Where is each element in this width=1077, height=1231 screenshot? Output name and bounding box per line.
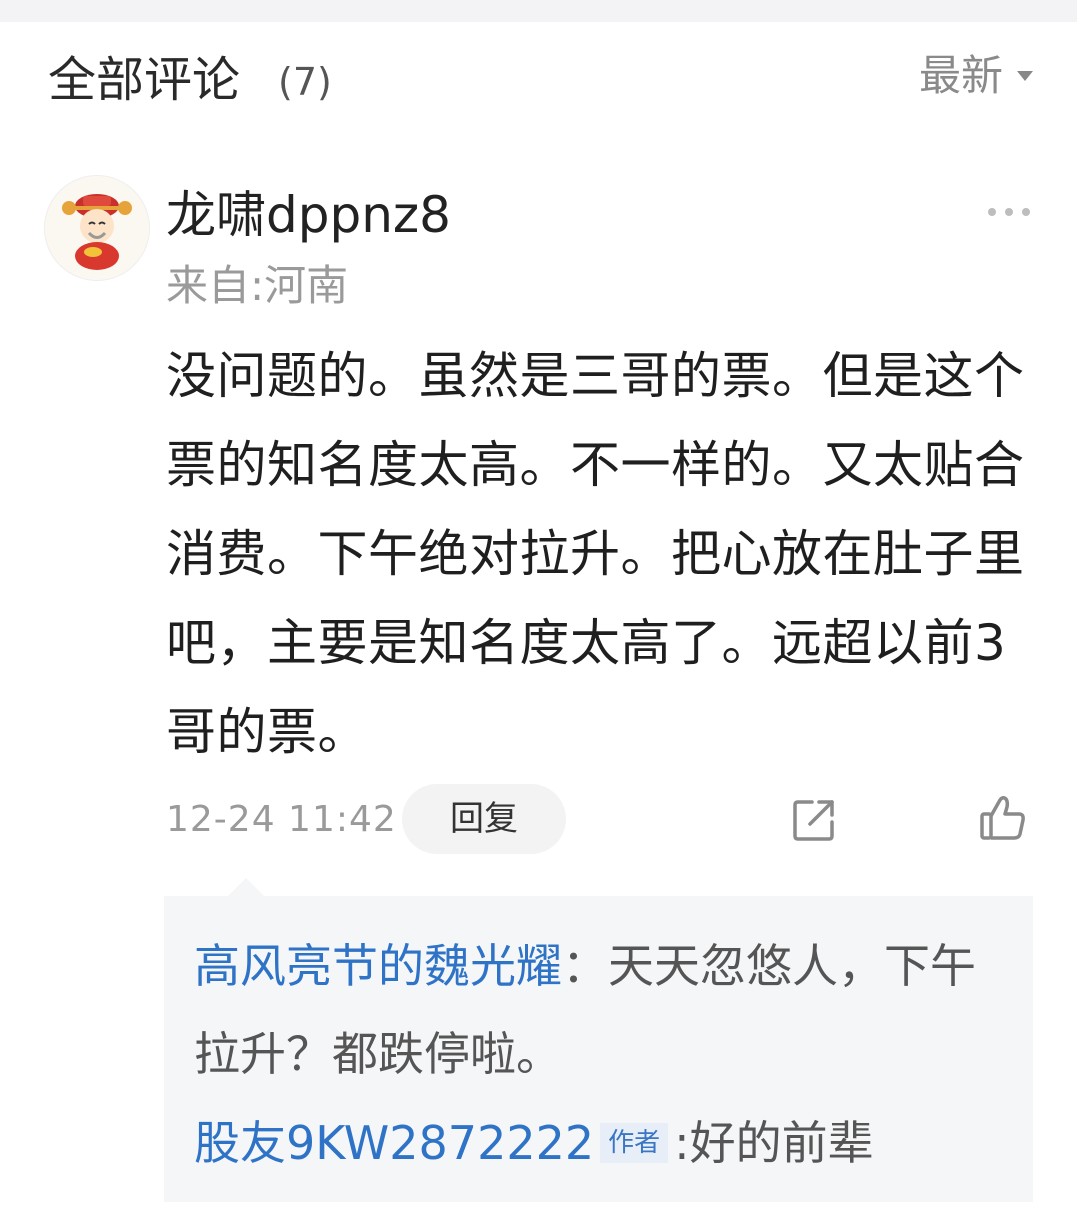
reply-button[interactable]: 回复 <box>402 784 566 854</box>
reply-item: 高风亮节的魏光耀：天天忽悠人，下午拉升？都跌停啦。 <box>194 922 994 1098</box>
reply-item: 股友9KW2872222 作者:好的前辈 <box>194 1108 1014 1178</box>
sort-label: 最新 <box>918 51 1003 100</box>
reply-username[interactable]: 高风亮节的魏光耀 <box>194 939 562 993</box>
comment-location: 来自:河南 <box>166 261 349 310</box>
caishen-avatar-icon <box>45 176 149 280</box>
reply-box-arrow <box>228 878 264 896</box>
reply-text: 好的前辈 <box>689 1116 874 1170</box>
comments-title: 全部评论 <box>48 52 241 108</box>
top-strip <box>0 0 1077 22</box>
more-dots-icon[interactable] <box>985 204 1035 220</box>
author-badge: 作者 <box>600 1123 669 1163</box>
reply-separator: : <box>674 1116 690 1170</box>
sort-dropdown[interactable]: 最新 <box>919 48 1033 104</box>
comments-count: (7) <box>278 60 332 104</box>
reply-username[interactable]: 股友9KW2872222 <box>194 1116 594 1170</box>
comment-username[interactable]: 龙啸dppnz8 <box>166 184 451 246</box>
caret-down-icon <box>1017 71 1033 81</box>
comment-content: 没问题的。虽然是三哥的票。但是这个票的知名度太高。不一样的。又太贴合消费。下午绝… <box>166 347 1025 761</box>
comment-timestamp: 12-24 11:42 <box>166 799 397 840</box>
avatar[interactable] <box>44 175 150 281</box>
share-icon[interactable] <box>790 796 838 844</box>
thumbs-up-icon[interactable] <box>978 794 1028 842</box>
reply-separator: ： <box>562 939 608 993</box>
